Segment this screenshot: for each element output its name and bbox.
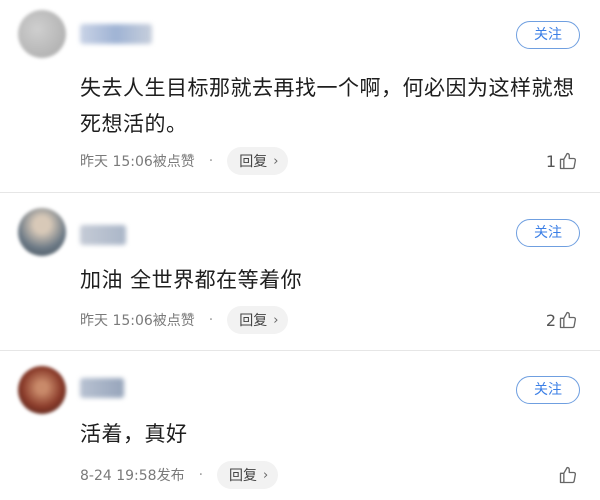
thumbs-up-icon xyxy=(559,152,577,170)
avatar[interactable] xyxy=(18,366,66,414)
like-button[interactable]: 1 xyxy=(546,147,578,175)
username[interactable]: user xyxy=(80,225,126,245)
reply-label: 回复 xyxy=(229,468,258,484)
reply-button[interactable]: 回复 › xyxy=(217,461,279,489)
comment-text: 失去人生目标那就去再找一个啊，何必因为这样就想死想活的。 xyxy=(80,76,575,136)
thumbs-up-icon xyxy=(559,311,577,329)
chevron-right-icon: › xyxy=(273,153,279,169)
separator-dot: · xyxy=(198,467,204,483)
divider xyxy=(0,350,600,351)
reply-label: 回复 xyxy=(239,313,268,329)
separator-dot: · xyxy=(208,312,214,328)
comment-time: 8-24 19:58发布 xyxy=(80,468,185,484)
username[interactable]: user xyxy=(80,24,152,44)
avatar[interactable] xyxy=(18,10,66,58)
comment-meta: 8-24 19:58发布 · 回复 › xyxy=(80,461,279,489)
comment-text: 加油 全世界都在等着你 xyxy=(80,268,303,292)
like-count: 1 xyxy=(545,151,556,171)
comment-meta: 昨天 15:06被点赞 · 回复 › xyxy=(80,147,289,175)
avatar[interactable] xyxy=(18,208,66,256)
like-button[interactable] xyxy=(556,461,578,489)
comment-text: 活着，真好 xyxy=(80,422,188,446)
like-button[interactable]: 2 xyxy=(546,306,578,334)
reply-button[interactable]: 回复 › xyxy=(227,147,289,175)
separator-dot: · xyxy=(208,153,214,169)
comment-meta: 昨天 15:06被点赞 · 回复 › xyxy=(80,306,289,334)
chevron-right-icon: › xyxy=(273,312,279,328)
like-count: 2 xyxy=(545,310,556,330)
follow-button[interactable]: 关注 xyxy=(516,376,580,404)
reply-label: 回复 xyxy=(239,154,268,170)
reply-button[interactable]: 回复 › xyxy=(227,306,289,334)
divider xyxy=(0,192,600,193)
comment-time: 昨天 15:06被点赞 xyxy=(80,313,195,329)
thumbs-up-icon xyxy=(559,466,577,484)
username[interactable]: user xyxy=(80,378,124,398)
follow-button[interactable]: 关注 xyxy=(516,219,580,247)
comment-time: 昨天 15:06被点赞 xyxy=(80,154,195,170)
chevron-right-icon: › xyxy=(263,467,269,483)
follow-button[interactable]: 关注 xyxy=(516,21,580,49)
